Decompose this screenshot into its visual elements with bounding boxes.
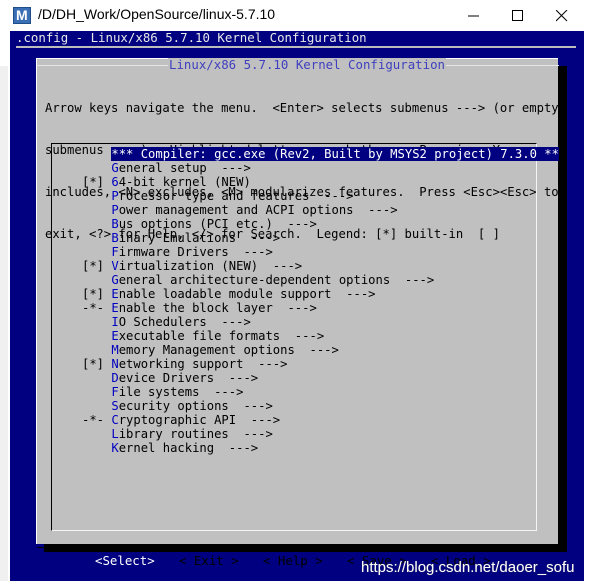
menu-item-state: -*- xyxy=(82,413,112,427)
menu-item[interactable]: General setup ---> xyxy=(82,161,251,175)
menu-item-state xyxy=(82,399,111,413)
menu-item-state xyxy=(82,245,111,259)
menu-item[interactable]: *** Compiler: gcc.exe (Rev2, Built by MS… xyxy=(82,147,559,161)
menu-item-state: [*] xyxy=(82,259,112,273)
exit-button[interactable]: < Exit > xyxy=(179,554,239,568)
menu-item-label: Firmware Drivers ---> xyxy=(111,245,273,259)
menu-item-state xyxy=(82,315,111,329)
window-title: /D/DH_Work/OpenSource/linux-5.7.10 xyxy=(38,6,276,22)
minimize-button[interactable] xyxy=(452,0,496,31)
menu-item-state xyxy=(82,231,111,245)
instructions-line: Arrow keys navigate the menu. <Enter> se… xyxy=(45,101,559,115)
menu-item[interactable]: Processor type and features ---> xyxy=(82,189,354,203)
select-button[interactable]: <Select> xyxy=(95,554,155,568)
menu-item-label: Enable the block layer ---> xyxy=(111,301,317,315)
menu-item-label: File systems ---> xyxy=(111,385,244,399)
menu-item-label: Enable loadable module support ---> xyxy=(111,287,376,301)
menu-item[interactable]: Binary Emulations ---> xyxy=(82,231,280,245)
menu-list[interactable]: *** Compiler: gcc.exe (Rev2, Built by MS… xyxy=(51,143,559,531)
dialog-shadow-right xyxy=(558,66,567,552)
menu-item[interactable]: Executable file formats ---> xyxy=(82,329,324,343)
menu-item[interactable]: IO Schedulers ---> xyxy=(82,315,251,329)
menu-item[interactable]: Firmware Drivers ---> xyxy=(82,245,273,259)
maximize-button[interactable] xyxy=(496,0,540,31)
menu-item[interactable]: [*] Enable loadable module support ---> xyxy=(82,287,376,301)
menu-item-state xyxy=(82,203,111,217)
menu-item-label: Networking support ---> xyxy=(111,357,288,371)
dialog-title: Linux/x86 5.7.10 Kernel Configuration xyxy=(168,57,447,72)
menu-item-state xyxy=(82,329,111,343)
menu-item-state: -*- xyxy=(82,301,112,315)
config-header: .config - Linux/x86 5.7.10 Kernel Config… xyxy=(16,31,367,45)
menu-item[interactable]: -*- Cryptographic API ---> xyxy=(82,413,280,427)
menu-item[interactable]: Library routines ---> xyxy=(82,427,273,441)
menu-item-label: Processor type and features ---> xyxy=(111,189,354,203)
menu-item-state xyxy=(82,189,111,203)
close-icon xyxy=(556,10,568,22)
close-button[interactable] xyxy=(540,0,584,31)
menu-item-label: Security options ---> xyxy=(111,399,273,413)
menu-item-state xyxy=(82,441,111,455)
menu-item-state xyxy=(82,147,111,161)
menu-item-state xyxy=(82,217,111,231)
menu-item-state: [*] xyxy=(82,287,112,301)
menu-item-label: Virtualization (NEW) ---> xyxy=(111,259,303,273)
menu-item-label: *** Compiler: gcc.exe (Rev2, Built by MS… xyxy=(111,147,559,161)
menu-item[interactable]: Kernel hacking ---> xyxy=(82,441,258,455)
title-bar[interactable]: /D/DH_Work/OpenSource/linux-5.7.10 xyxy=(0,0,595,31)
menu-item[interactable]: Memory Management options ---> xyxy=(82,343,339,357)
menu-item[interactable]: -*- Enable the block layer ---> xyxy=(82,301,317,315)
menu-item[interactable]: [*] 64-bit kernel (NEW) xyxy=(82,175,251,189)
menu-item[interactable]: Power management and ACPI options ---> xyxy=(82,203,398,217)
menu-item[interactable]: Bus options (PCI etc.) ---> xyxy=(82,217,317,231)
menuconfig-dialog: Linux/x86 5.7.10 Kernel Configuration Ar… xyxy=(36,57,559,568)
background-window-edge xyxy=(0,66,8,581)
menu-item[interactable]: Device Drivers ---> xyxy=(82,371,258,385)
menu-item-label: Bus options (PCI etc.) ---> xyxy=(111,217,317,231)
maximize-icon xyxy=(512,10,523,21)
menu-item-label: Memory Management options ---> xyxy=(111,343,339,357)
menu-item[interactable]: File systems ---> xyxy=(82,385,243,399)
menu-item-label: General architecture-dependent options -… xyxy=(111,273,435,287)
terminal-screen[interactable]: .config - Linux/x86 5.7.10 Kernel Config… xyxy=(10,31,584,581)
menu-item-label: Cryptographic API ---> xyxy=(111,413,281,427)
menu-item-state xyxy=(82,273,111,287)
menu-item-label: 64-bit kernel (NEW) xyxy=(111,175,251,189)
menu-item-label: Library routines ---> xyxy=(111,427,273,441)
menu-item-label: Kernel hacking ---> xyxy=(111,441,259,455)
menu-item[interactable]: General architecture-dependent options -… xyxy=(82,273,434,287)
menu-item-label: Binary Emulations ---> xyxy=(111,231,281,245)
background-window-right-edge xyxy=(584,31,595,581)
menu-item-label: Power management and ACPI options ---> xyxy=(111,203,398,217)
menu-item[interactable]: [*] Networking support ---> xyxy=(82,357,287,371)
menu-item-state xyxy=(82,371,111,385)
menu-item-state xyxy=(82,343,111,357)
menu-item-label: Device Drivers ---> xyxy=(111,371,259,385)
menu-item-state: [*] xyxy=(82,175,112,189)
minimize-icon xyxy=(468,15,479,17)
header-rule xyxy=(16,46,576,48)
menu-item[interactable]: [*] Virtualization (NEW) ---> xyxy=(82,259,302,273)
menu-item-state xyxy=(82,385,111,399)
menu-item-state xyxy=(82,427,111,441)
menu-item-label: General setup ---> xyxy=(111,161,251,175)
msys2-app-icon[interactable] xyxy=(13,7,31,24)
menu-item-label: IO Schedulers ---> xyxy=(111,315,251,329)
watermark: https://blog.csdn.net/daoer_sofu xyxy=(361,559,575,576)
menu-item-label: Executable file formats ---> xyxy=(111,329,325,343)
menu-item-state xyxy=(82,161,111,175)
help-button[interactable]: < Help > xyxy=(263,554,323,568)
menu-item-state: [*] xyxy=(82,357,112,371)
menu-item[interactable]: Security options ---> xyxy=(82,399,273,413)
